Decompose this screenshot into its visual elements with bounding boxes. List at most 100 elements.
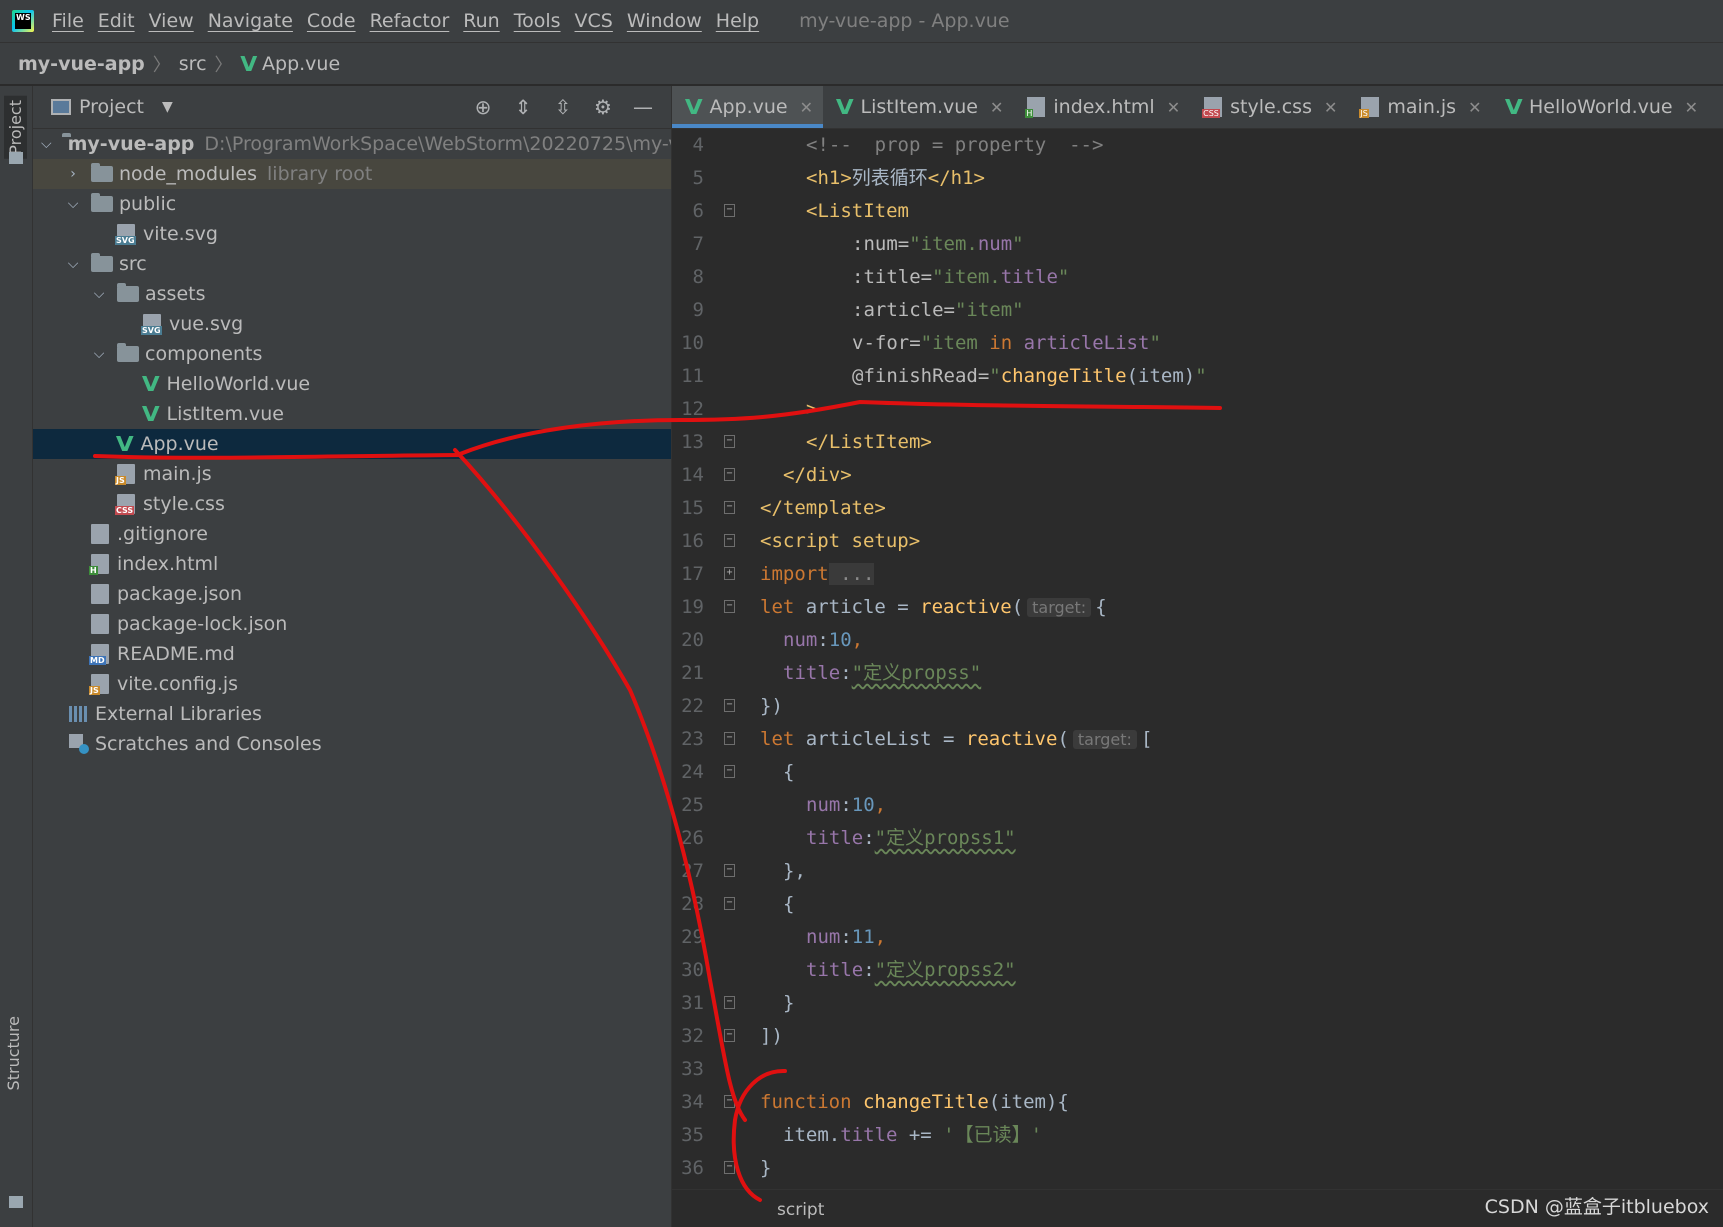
menu-window[interactable]: Window bbox=[627, 10, 702, 32]
tool-tab-project[interactable]: Project bbox=[4, 96, 27, 159]
breadcrumb-src[interactable]: src bbox=[179, 53, 207, 75]
chevron-down-icon[interactable]: ⌵ bbox=[91, 286, 107, 302]
fold-icon[interactable]: − bbox=[724, 468, 735, 481]
close-icon[interactable]: ✕ bbox=[800, 98, 813, 117]
chevron-down-icon[interactable]: ⌵ bbox=[91, 346, 107, 362]
tree-item-main-js[interactable]: JS main.js bbox=[33, 459, 671, 489]
hide-panel-icon[interactable]: — bbox=[631, 95, 655, 119]
tree-item-src[interactable]: ⌵ src bbox=[33, 249, 671, 279]
chevron-down-icon[interactable]: ⌵ bbox=[65, 256, 81, 272]
chevron-down-icon[interactable]: ⌵ bbox=[41, 136, 52, 152]
html-file-icon: H bbox=[89, 554, 109, 575]
folded-code[interactable]: ... bbox=[828, 563, 875, 585]
editor-breadcrumb-item[interactable]: script bbox=[777, 1200, 824, 1220]
fold-icon[interactable]: − bbox=[724, 699, 735, 712]
menu-edit[interactable]: Edit bbox=[98, 10, 135, 32]
tree-item-vue-svg[interactable]: SVG vue.svg bbox=[33, 309, 671, 339]
tab-app-vue[interactable]: V App.vue ✕ bbox=[672, 86, 824, 128]
tool-tab-structure[interactable]: Structure bbox=[4, 1016, 23, 1090]
close-icon[interactable]: ✕ bbox=[1324, 98, 1337, 117]
tree-item-node-modules[interactable]: › node_modules library root bbox=[33, 159, 671, 189]
chevron-down-icon[interactable]: ▼ bbox=[162, 99, 173, 115]
tree-item-public[interactable]: ⌵ public bbox=[33, 189, 671, 219]
tree-item-package-lock-json[interactable]: package-lock.json bbox=[33, 609, 671, 639]
fold-icon[interactable]: − bbox=[724, 435, 735, 448]
fold-icon[interactable]: − bbox=[724, 1029, 735, 1042]
tree-item-readme[interactable]: MD README.md bbox=[33, 639, 671, 669]
tree-item-vite-config[interactable]: JS vite.config.js bbox=[33, 669, 671, 699]
navigation-bar: my-vue-app 〉 src 〉 V App.vue bbox=[0, 43, 1723, 85]
fold-icon[interactable]: − bbox=[724, 996, 735, 1009]
tab-listitem-vue[interactable]: V ListItem.vue ✕ bbox=[823, 86, 1013, 128]
fold-icon[interactable]: − bbox=[724, 897, 735, 910]
close-icon[interactable]: ✕ bbox=[990, 98, 1003, 117]
gear-icon[interactable]: ⚙ bbox=[591, 95, 615, 119]
menu-file[interactable]: File bbox=[52, 10, 84, 32]
tree-item-app-vue[interactable]: V App.vue bbox=[33, 429, 671, 459]
menu-refactor[interactable]: Refactor bbox=[370, 10, 450, 32]
tree-item-scratches[interactable]: Scratches and Consoles bbox=[33, 729, 671, 759]
fold-icon[interactable]: − bbox=[724, 732, 735, 745]
code-line: 14− </div> bbox=[672, 459, 1723, 492]
menu-code[interactable]: Code bbox=[307, 10, 356, 32]
tree-item-label: src bbox=[119, 253, 147, 275]
svg-file-icon: SVG bbox=[115, 224, 136, 245]
fold-icon[interactable]: − bbox=[724, 1161, 735, 1174]
tree-item-package-json[interactable]: package.json bbox=[33, 579, 671, 609]
tree-item-label: HelloWorld.vue bbox=[166, 373, 311, 395]
menu-help[interactable]: Help bbox=[716, 10, 759, 32]
html-file-icon: H bbox=[1025, 97, 1046, 118]
fold-icon[interactable]: − bbox=[724, 864, 735, 877]
line-number: 5 bbox=[692, 167, 704, 189]
breadcrumb-file[interactable]: App.vue bbox=[262, 53, 340, 75]
menu-navigate[interactable]: Navigate bbox=[208, 10, 293, 32]
tree-item-vite-svg[interactable]: SVG vite.svg bbox=[33, 219, 671, 249]
tab-main-js[interactable]: JS main.js ✕ bbox=[1347, 86, 1491, 128]
fold-icon[interactable]: − bbox=[724, 765, 735, 778]
code-area[interactable]: 4 <!-- prop = property --> 5 <h1>列表循环</h1>… bbox=[672, 129, 1723, 1212]
fold-icon[interactable]: − bbox=[724, 501, 735, 514]
tree-item-gitignore[interactable]: .gitignore bbox=[33, 519, 671, 549]
chevron-right-icon[interactable]: › bbox=[65, 166, 81, 182]
fold-icon[interactable]: − bbox=[724, 204, 735, 217]
code-line: 16− <script setup> bbox=[672, 525, 1723, 558]
tree-item-components[interactable]: ⌵ components bbox=[33, 339, 671, 369]
tree-item-index-html[interactable]: H index.html bbox=[33, 549, 671, 579]
collapse-all-icon[interactable]: ⇳ bbox=[551, 95, 575, 119]
line-number: 36 bbox=[681, 1157, 704, 1179]
expand-fold-icon[interactable]: + bbox=[724, 567, 735, 580]
line-number: 33 bbox=[681, 1058, 704, 1080]
line-number: 7 bbox=[692, 233, 704, 255]
menu-bar: WS File Edit View Navigate Code Refactor… bbox=[0, 0, 1723, 43]
line-number: 6 bbox=[692, 200, 704, 222]
tree-item-root[interactable]: ⌵ my-vue-app D:\ProgramWorkSpace\WebStor… bbox=[33, 129, 671, 159]
menu-vcs[interactable]: VCS bbox=[575, 10, 613, 32]
close-icon[interactable]: ✕ bbox=[1167, 98, 1180, 117]
fold-icon[interactable]: − bbox=[724, 534, 735, 547]
tree-item-style-css[interactable]: CSS style.css bbox=[33, 489, 671, 519]
tree-item-external-libraries[interactable]: External Libraries bbox=[33, 699, 671, 729]
tree-item-helloworld[interactable]: V HelloWorld.vue bbox=[33, 369, 671, 399]
fold-icon[interactable]: − bbox=[724, 1095, 735, 1108]
menu-run[interactable]: Run bbox=[463, 10, 499, 32]
menu-view[interactable]: View bbox=[149, 10, 194, 32]
breadcrumb-project[interactable]: my-vue-app bbox=[18, 53, 145, 75]
expand-all-icon[interactable]: ⇕ bbox=[511, 95, 535, 119]
tree-item-assets[interactable]: ⌵ assets bbox=[33, 279, 671, 309]
code-line: 17 + import ... bbox=[672, 558, 1723, 591]
close-icon[interactable]: ✕ bbox=[1685, 98, 1698, 117]
project-panel-title[interactable]: Project bbox=[79, 96, 144, 118]
tab-helloworld-vue[interactable]: V HelloWorld.vue ✕ bbox=[1492, 86, 1709, 128]
chevron-down-icon[interactable]: ⌵ bbox=[65, 196, 81, 212]
fold-icon[interactable]: − bbox=[724, 600, 735, 613]
vue-file-icon: V bbox=[835, 95, 854, 119]
locate-file-icon[interactable]: ⊕ bbox=[471, 95, 495, 119]
js-file-icon: JS bbox=[1359, 97, 1380, 118]
folder-icon bbox=[91, 163, 113, 182]
tab-index-html[interactable]: H index.html ✕ bbox=[1013, 86, 1190, 128]
menu-tools[interactable]: Tools bbox=[514, 10, 561, 32]
tree-item-listitem[interactable]: V ListItem.vue bbox=[33, 399, 671, 429]
tab-style-css[interactable]: CSS style.css ✕ bbox=[1190, 86, 1347, 128]
folder-icon bbox=[117, 343, 139, 362]
close-icon[interactable]: ✕ bbox=[1468, 98, 1481, 117]
